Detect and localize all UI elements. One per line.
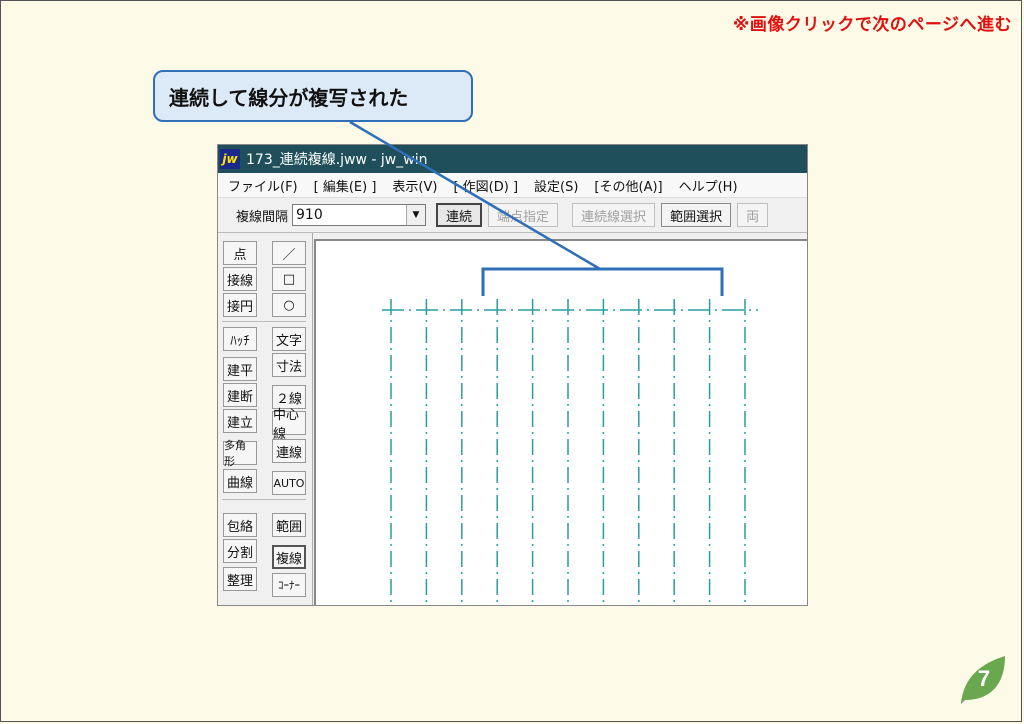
menu-help[interactable]: ヘルプ(H) — [679, 176, 738, 195]
tool-dimension[interactable]: 寸法 — [272, 353, 306, 377]
menu-file[interactable]: ファイル(F) — [228, 176, 298, 195]
tool-rectangle[interactable]: □ — [272, 267, 306, 291]
tool-connect-line[interactable]: 連線 — [272, 439, 306, 463]
tool-auto[interactable]: AUTO — [272, 471, 306, 495]
tool-point[interactable]: 点 — [223, 241, 257, 265]
tool-corner[interactable]: ｺｰﾅｰ — [272, 573, 306, 597]
endpoint-button[interactable]: 端点指定 — [488, 203, 559, 227]
tool-divide[interactable]: 分割 — [223, 539, 257, 563]
tool-center-line[interactable]: 中心線 — [272, 408, 306, 442]
range-select-button[interactable]: 範囲選択 — [661, 203, 732, 227]
tool-palette: 点 接線 接円 ﾊｯﾁ 建平 建断 建立 多角形 曲線 包絡 分割 整理 ／ □… — [218, 233, 313, 605]
callout-box: 連続して線分が複写された — [153, 70, 473, 122]
palette-divider — [222, 321, 306, 322]
callout-text: 連続して線分が複写された — [169, 85, 409, 110]
spacing-label: 複線間隔 — [236, 209, 289, 225]
page-number-badge: 7 — [961, 656, 1005, 704]
page-number: 7 — [978, 666, 990, 691]
menu-settings[interactable]: 設定(S) — [534, 176, 578, 195]
tool-range[interactable]: 範囲 — [272, 513, 306, 537]
toolbar: 複線間隔 910 ▼ 連続 端点指定 連続線選択 範囲選択 両 — [218, 198, 807, 233]
tool-polygon[interactable]: 多角形 — [223, 439, 257, 468]
tool-tangent-circle[interactable]: 接円 — [223, 293, 257, 317]
tool-elevation[interactable]: 建立 — [223, 409, 257, 433]
tool-envelope[interactable]: 包絡 — [223, 513, 257, 537]
tool-line[interactable]: ／ — [272, 241, 306, 265]
window-title: 173_連続複線.jww - jw_win — [246, 152, 428, 168]
app-window: jw 173_連続複線.jww - jw_win ファイル(F) [ 編集(E)… — [217, 144, 808, 606]
tool-circle[interactable]: ○ — [272, 293, 306, 317]
drawing-canvas[interactable] — [314, 239, 807, 605]
menu-draw[interactable]: [ 作図(D) ] — [453, 176, 518, 195]
menu-other[interactable]: [その他(A)] — [594, 176, 662, 195]
tool-offset-line[interactable]: 複線 — [272, 545, 306, 569]
continuous-button[interactable]: 連続 — [436, 203, 483, 227]
spacing-value[interactable]: 910 — [293, 207, 406, 223]
cad-drawing — [382, 299, 758, 605]
both-button[interactable]: 両 — [737, 203, 769, 227]
tool-tangent[interactable]: 接線 — [223, 267, 257, 291]
tool-hatch[interactable]: ﾊｯﾁ — [223, 327, 257, 351]
title-bar: jw 173_連続複線.jww - jw_win — [218, 145, 807, 173]
tool-plan[interactable]: 建平 — [223, 357, 257, 381]
palette-divider — [222, 499, 306, 500]
menu-edit[interactable]: [ 編集(E) ] — [314, 176, 377, 195]
menu-view[interactable]: 表示(V) — [392, 176, 437, 195]
continuous-select-button[interactable]: 連続線選択 — [572, 203, 656, 227]
tool-text[interactable]: 文字 — [272, 327, 306, 351]
chevron-down-icon[interactable]: ▼ — [406, 205, 426, 225]
menu-bar: ファイル(F) [ 編集(E) ] 表示(V) [ 作図(D) ] 設定(S) … — [218, 173, 807, 198]
tool-curve[interactable]: 曲線 — [223, 469, 257, 493]
tool-organize[interactable]: 整理 — [223, 567, 257, 591]
tool-section[interactable]: 建断 — [223, 383, 257, 407]
next-page-note[interactable]: ※画像クリックで次のページへ進む — [733, 10, 1012, 35]
jw-app-icon: jw — [220, 149, 240, 169]
spacing-combo[interactable]: 910 ▼ — [292, 204, 427, 226]
